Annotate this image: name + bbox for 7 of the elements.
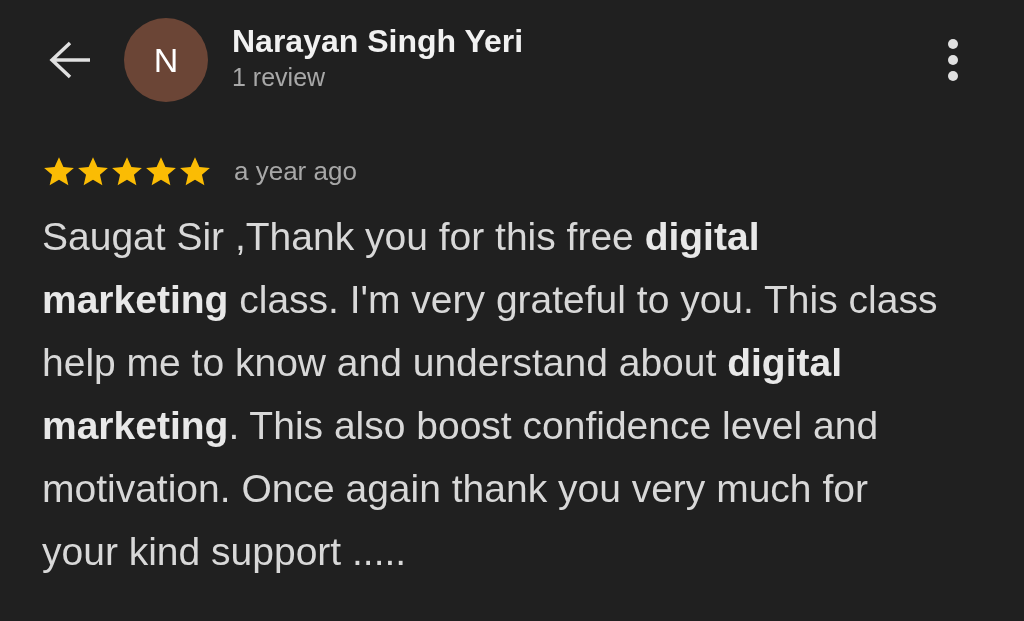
review-text: Saugat Sir ,Thank you for this free digital marketing class. I'm very grateful to you. This class help me to know and understand about digital marketing. This also boost confidence level and motivation. Once again thank you very much for your kind support ..... — [42, 214, 939, 575]
avatar: N — [124, 18, 208, 102]
more-options-icon[interactable] — [946, 38, 960, 82]
review-time: a year ago — [234, 155, 357, 188]
back-arrow-icon[interactable] — [48, 40, 92, 80]
review-count: 1 review — [232, 61, 327, 93]
reviewer-name: Narayan Singh Yeri — [232, 23, 525, 59]
